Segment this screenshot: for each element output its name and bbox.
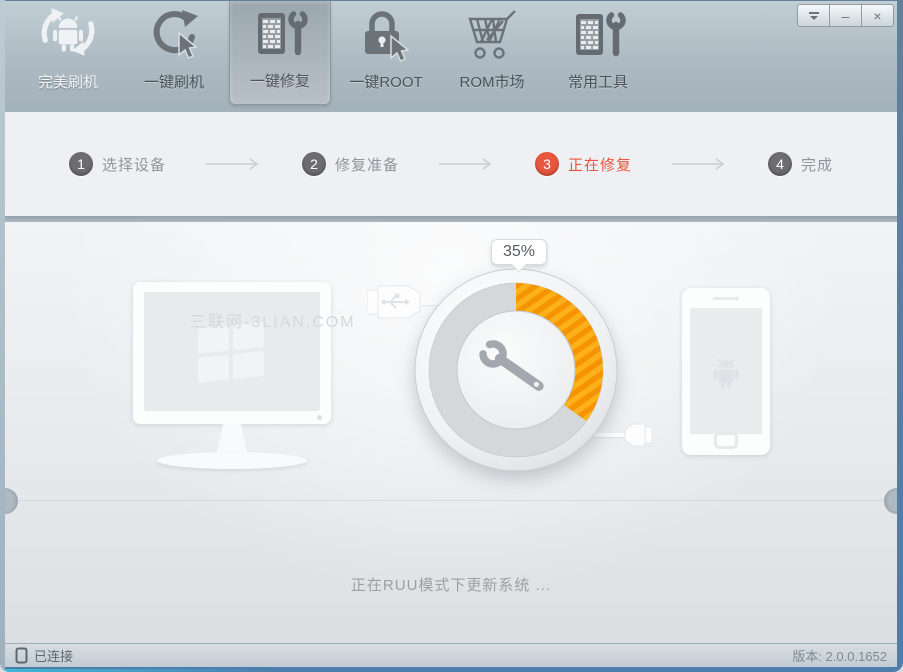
phone-home-button bbox=[714, 432, 738, 449]
wizard-steps: 1 选择设备 2 修复准备 3 正在修复 4 完成 bbox=[5, 112, 897, 216]
progress-gauge bbox=[414, 268, 618, 472]
nav-label: 一键ROOT bbox=[349, 74, 423, 91]
right-edge-notch bbox=[884, 488, 897, 514]
menu-chevron-icon bbox=[808, 11, 819, 20]
android-refresh-logo-icon bbox=[35, 4, 101, 62]
statusbar: 已连接 版本: 2.0.0.1652 bbox=[5, 643, 897, 667]
step-label: 正在修复 bbox=[568, 156, 633, 174]
phone-screen bbox=[690, 308, 762, 434]
nav-common-tools[interactable]: 常用工具 bbox=[547, 1, 649, 112]
nav-label: ROM市场 bbox=[459, 74, 525, 91]
phone-wrench-icon bbox=[252, 3, 308, 61]
step-arrow-icon bbox=[205, 158, 262, 170]
step-number: 2 bbox=[301, 152, 326, 176]
version-label: 版本: 2.0.0.1652 bbox=[792, 649, 887, 664]
monitor-base bbox=[157, 452, 307, 469]
step-label: 修复准备 bbox=[334, 156, 399, 174]
step-arrow-icon bbox=[439, 158, 495, 170]
micro-usb-plug-icon bbox=[623, 422, 653, 453]
window-body: 完美刷机 一键刷机 一键修复 一键ROOT ROM市场 常用工具 – × 1 选… bbox=[5, 1, 897, 667]
percent-value: 35% bbox=[503, 243, 536, 260]
step-label: 选择设备 bbox=[101, 156, 166, 174]
window-left-edge bbox=[0, 0, 5, 672]
left-edge-notch bbox=[5, 488, 18, 514]
refresh-cursor-icon bbox=[146, 4, 202, 62]
step-number: 4 bbox=[768, 152, 793, 176]
phone-speaker bbox=[713, 297, 739, 300]
step-repairing: 3 正在修复 bbox=[535, 152, 632, 176]
step-number: 3 bbox=[535, 152, 559, 176]
watermark-text: 三联网-3LIAN.COM bbox=[190, 314, 356, 331]
nav-rom-market[interactable]: ROM市场 bbox=[441, 1, 543, 112]
nav-one-key-root[interactable]: 一键ROOT bbox=[335, 1, 437, 112]
nav-one-key-flash[interactable]: 一键刷机 bbox=[123, 1, 225, 112]
nav-label: 常用工具 bbox=[567, 74, 628, 91]
close-button[interactable]: × bbox=[861, 4, 894, 27]
nav-label: 一键刷机 bbox=[143, 74, 204, 91]
nav-label: 完美刷机 bbox=[37, 74, 98, 91]
monitor-power-dot bbox=[317, 415, 322, 420]
monitor-bezel bbox=[133, 282, 331, 424]
step-finish: 4 完成 bbox=[768, 152, 833, 176]
nav-logo[interactable]: 完美刷机 bbox=[17, 1, 119, 112]
android-robot-icon bbox=[713, 358, 739, 390]
phone-connected-icon bbox=[15, 647, 28, 664]
minimize-icon: – bbox=[841, 7, 850, 24]
repair-progress-panel: 三联网-3LIAN.COM 35% 正在RUU模式下更新系统 ... bbox=[5, 222, 897, 643]
percent-bubble: 35% bbox=[491, 239, 548, 265]
connection-status: 已连接 bbox=[15, 646, 73, 665]
status-text: 正在RUU模式下更新系统 ... bbox=[350, 577, 552, 594]
connection-label: 已连接 bbox=[34, 649, 74, 664]
content-divider bbox=[5, 500, 897, 501]
monitor-stand bbox=[216, 424, 248, 454]
window-menu-button[interactable] bbox=[797, 4, 830, 27]
nav-one-key-repair[interactable]: 一键修复 bbox=[229, 1, 331, 105]
phone-illustration bbox=[682, 288, 770, 455]
step-arrow-icon bbox=[672, 158, 728, 170]
main-toolbar: 完美刷机 一键刷机 一键修复 一键ROOT ROM市场 常用工具 – × bbox=[5, 1, 897, 112]
step-select-device: 1 选择设备 bbox=[68, 152, 166, 176]
phone-wrench-icon bbox=[570, 4, 626, 62]
step-repair-prepare: 2 修复准备 bbox=[301, 152, 399, 176]
close-icon: × bbox=[873, 7, 882, 24]
window-controls: – × bbox=[797, 4, 894, 27]
app-window: 完美刷机 一键刷机 一键修复 一键ROOT ROM市场 常用工具 – × 1 选… bbox=[0, 0, 903, 672]
step-number: 1 bbox=[68, 152, 93, 176]
nav-label: 一键修复 bbox=[249, 73, 310, 90]
minimize-button[interactable]: – bbox=[829, 4, 862, 27]
step-label: 完成 bbox=[801, 156, 834, 174]
lock-cursor-icon bbox=[358, 4, 414, 62]
shopping-cart-icon bbox=[463, 4, 521, 62]
